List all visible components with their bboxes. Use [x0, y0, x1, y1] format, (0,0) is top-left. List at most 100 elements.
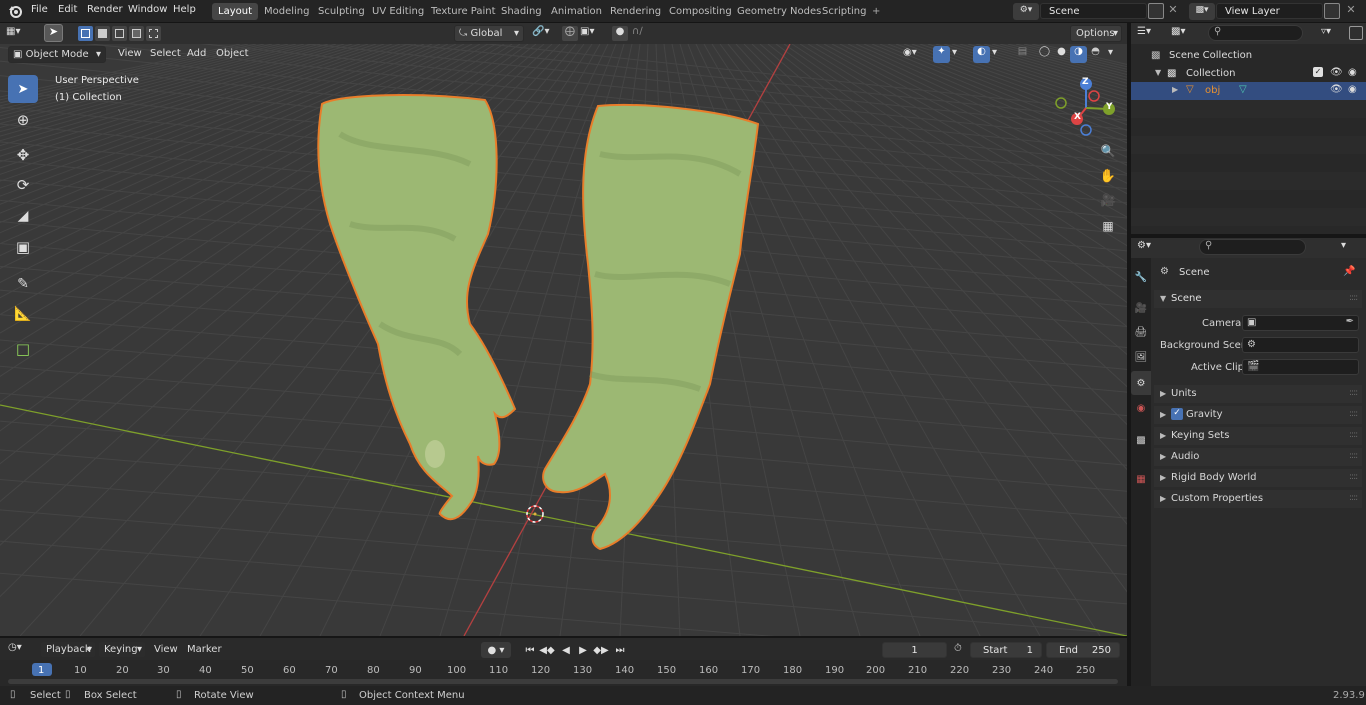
tab-animation[interactable]: Animation — [545, 3, 608, 20]
playback-dropdown[interactable]: Playback ▾ — [40, 641, 96, 658]
menu-window[interactable]: Window — [128, 4, 167, 15]
transform-orientation-dropdown[interactable]: ⤿ Global ▾ — [454, 25, 524, 42]
add-cube-tool-icon[interactable]: □ — [8, 335, 38, 363]
start-frame-field[interactable]: Start 1 — [970, 642, 1042, 658]
new-scene-icon[interactable] — [1148, 3, 1164, 19]
drag-handle-icon[interactable]: :::: — [1349, 293, 1358, 303]
annotate-tool-icon[interactable]: ✎ — [8, 270, 38, 298]
transform-tool-icon[interactable]: ▣ — [8, 233, 38, 261]
view-layer-tab-icon[interactable]: 🖼 — [1131, 345, 1151, 369]
outliner-row-obj[interactable]: ▶ ▽ obj ▽ 👁 ◉ — [1131, 82, 1366, 100]
view-layer-field[interactable]: View Layer — [1216, 3, 1323, 19]
exclude-checkbox[interactable]: ✓ — [1313, 67, 1323, 77]
select-tool-icon[interactable]: ➤ — [44, 24, 63, 42]
world-tab-icon[interactable]: ◉ — [1131, 396, 1151, 420]
timeline-editor-icon[interactable]: ◷▾ — [8, 642, 34, 653]
tool-tab-icon[interactable]: 🔧 — [1131, 265, 1151, 289]
next-keyframe-icon[interactable]: ◆▶ — [593, 642, 609, 658]
menu-select[interactable]: Select — [150, 48, 181, 59]
timeline-marker-menu[interactable]: Marker — [187, 644, 222, 655]
move-tool-icon[interactable]: ✥ — [8, 141, 38, 169]
end-frame-field[interactable]: End 250 — [1046, 642, 1120, 658]
expand-arrow-icon[interactable]: ▼ — [1155, 68, 1161, 77]
snap-target-icon[interactable]: ▣▾ — [580, 26, 604, 41]
tab-scripting[interactable]: Scripting — [816, 3, 872, 20]
tab-geometry-nodes[interactable]: Geometry Nodes — [731, 3, 827, 20]
current-frame-field[interactable]: 1 — [882, 642, 947, 658]
tab-shading[interactable]: Shading — [495, 3, 548, 20]
select-subtract-icon[interactable] — [112, 26, 127, 41]
pan-hand-icon[interactable]: ✋ — [1097, 165, 1119, 187]
play-icon[interactable]: ▶ — [575, 642, 591, 658]
falloff-icon[interactable]: ∩∕ — [632, 26, 656, 41]
outliner-row-scene-collection[interactable]: ▩ Scene Collection — [1131, 47, 1366, 65]
tab-modeling[interactable]: Modeling — [258, 3, 316, 20]
menu-edit[interactable]: Edit — [58, 4, 77, 15]
expand-arrow-icon[interactable]: ▶ — [1172, 85, 1178, 94]
scene-tab-icon[interactable]: ⚙ — [1131, 371, 1151, 395]
eye-icon[interactable]: 👁 — [1330, 67, 1343, 78]
auto-keying-button[interactable]: ● ▾ — [481, 642, 511, 658]
ortho-toggle-icon[interactable]: ▦ — [1097, 215, 1119, 237]
select-box-tool-icon[interactable]: ➤ — [8, 75, 38, 103]
render-tab-icon[interactable]: 🎥 — [1131, 296, 1151, 320]
jump-end-icon[interactable]: ⏭ — [612, 642, 628, 658]
background-scene-field[interactable]: ⚙ — [1242, 337, 1359, 353]
menu-help[interactable]: Help — [173, 4, 196, 15]
visibility-icon[interactable]: ◉▾ — [903, 47, 929, 62]
menu-file[interactable]: File — [31, 4, 48, 15]
rotate-tool-icon[interactable]: ⟳ — [8, 171, 38, 199]
pin-icon[interactable]: 📌 — [1343, 266, 1355, 277]
mesh-data-icon[interactable]: ▽ — [1239, 84, 1247, 95]
drag-handle-icon[interactable]: :::: — [1349, 472, 1358, 482]
xray-icon[interactable]: ▤ — [1014, 46, 1031, 63]
drag-handle-icon[interactable]: :::: — [1349, 493, 1358, 503]
eyedropper-icon[interactable]: ✒ — [1346, 316, 1354, 327]
cursor-tool-icon[interactable]: ⊕ — [8, 106, 38, 134]
wireframe-shading-icon[interactable]: ◯ — [1036, 46, 1053, 63]
close-view-layer-icon[interactable]: ✕ — [1344, 3, 1358, 19]
material-shading-icon[interactable]: ◑ — [1070, 46, 1087, 63]
filter-icon[interactable]: ▿▾ — [1321, 26, 1347, 37]
keying-dropdown[interactable]: Keying ▾ — [98, 641, 146, 658]
camera-render-icon[interactable]: ◉ — [1348, 84, 1357, 95]
mode-dropdown[interactable]: ▣ Object Mode ▾ — [8, 46, 106, 63]
camera-field[interactable]: ▣ ✒ — [1242, 315, 1359, 331]
proportional-edit-icon[interactable]: ● — [612, 26, 628, 41]
play-reverse-icon[interactable]: ◀ — [558, 642, 574, 658]
select-invert-icon[interactable] — [129, 26, 144, 41]
overlay-toggle-icon[interactable]: ◐ — [973, 46, 990, 63]
timeline-scrollbar[interactable] — [8, 679, 1118, 684]
prev-keyframe-icon[interactable]: ◀◆ — [539, 642, 555, 658]
properties-search-input[interactable]: ⚲ — [1199, 239, 1306, 255]
eye-icon[interactable]: 👁 — [1330, 84, 1343, 95]
texture-tab-icon[interactable]: ▦ — [1131, 467, 1151, 491]
camera-render-icon[interactable]: ◉ — [1348, 67, 1357, 78]
select-new-icon[interactable] — [78, 26, 93, 41]
new-view-layer-icon[interactable] — [1324, 3, 1340, 19]
outliner-editor-icon[interactable]: ☰▾ — [1137, 26, 1163, 37]
editor-type-icon[interactable]: ▦▾ — [6, 26, 34, 41]
drag-handle-icon[interactable]: :::: — [1349, 430, 1358, 440]
tab-rendering[interactable]: Rendering — [604, 3, 667, 20]
overlay-dropdown-icon[interactable]: ▾ — [992, 47, 1002, 62]
menu-object[interactable]: Object — [216, 48, 249, 59]
collection-tab-icon[interactable]: ▩ — [1131, 428, 1151, 452]
pivot-point-icon[interactable]: 🔗▾ — [532, 26, 556, 41]
menu-view[interactable]: View — [118, 48, 142, 59]
drag-handle-icon[interactable]: :::: — [1349, 409, 1358, 419]
measure-tool-icon[interactable]: 📐 — [8, 300, 38, 328]
timeline-view-menu[interactable]: View — [154, 644, 178, 655]
select-intersect-icon[interactable] — [146, 26, 161, 41]
outliner-search-input[interactable]: ⚲ — [1208, 25, 1303, 41]
add-workspace-button[interactable]: + — [866, 3, 886, 20]
display-mode-icon[interactable]: ▩▾ — [1171, 26, 1197, 37]
tab-texture-paint[interactable]: Texture Paint — [425, 3, 502, 20]
view-layer-selector-icon[interactable]: ▩▾ — [1189, 3, 1215, 20]
properties-options-icon[interactable]: ▾ — [1341, 240, 1357, 251]
close-scene-icon[interactable]: ✕ — [1166, 3, 1180, 19]
gravity-checkbox[interactable]: ✓ — [1171, 408, 1183, 420]
drag-handle-icon[interactable]: :::: — [1349, 388, 1358, 398]
options-dropdown[interactable]: Options ▾ — [1070, 25, 1122, 42]
scale-tool-icon[interactable]: ◢ — [8, 202, 38, 230]
